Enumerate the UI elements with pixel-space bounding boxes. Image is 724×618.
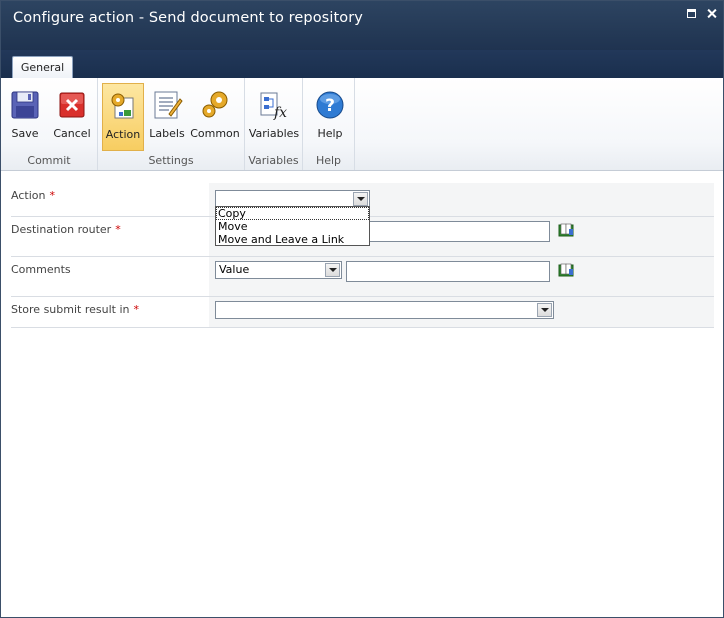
chevron-down-icon[interactable] [537,303,552,317]
cancel-button-label: Cancel [53,127,91,140]
ribbon-tabs: General [1,50,723,79]
tab-general[interactable]: General [12,56,73,79]
ribbon-group-help: ? Help Help [303,78,355,170]
ribbon-group-settings: Action Labels Common Settings [98,78,245,170]
action-label: Action * [11,189,55,202]
help-icon: ? [316,91,344,119]
labels-icon [154,91,183,119]
required-marker: * [115,223,121,236]
comments-label: Comments [11,263,71,276]
group-label-help: Help [315,154,342,167]
help-button[interactable]: ? Help [309,83,351,151]
variables-button[interactable]: fx Variables [248,83,300,151]
labels-button-label: Labels [149,127,185,140]
group-label-variables: Variables [248,154,299,167]
store-result-field-cell [209,297,714,327]
common-button[interactable]: Common [190,83,240,151]
required-marker: * [49,189,55,202]
floppy-disk-icon [11,91,39,119]
lookup-book-icon[interactable] [558,263,574,277]
common-gears-icon [202,91,228,118]
required-marker: * [133,303,139,316]
dialog-window: Configure action - Send document to repo… [0,0,724,618]
group-label-commit: Commit [27,154,71,167]
chevron-down-icon[interactable] [353,192,368,206]
destination-router-label: Destination router * [11,223,121,236]
close-icon[interactable] [705,7,719,20]
group-label-settings: Settings [148,154,194,167]
cancel-button[interactable]: Cancel [51,83,93,151]
row-store-result: Store submit result in * [11,297,714,328]
save-button-label: Save [11,127,39,140]
help-button-label: Help [317,127,343,140]
lookup-book-icon[interactable] [558,223,574,237]
ribbon-group-variables: fx Variables Variables [245,78,303,170]
comments-field-cell: Value [209,257,714,296]
cancel-icon [59,92,85,118]
action-button-label: Action [105,128,141,141]
action-dropdown-list: Copy Move Move and Leave a Link [215,206,370,246]
svg-text:fx: fx [273,105,287,121]
comments-mode-value: Value [219,263,250,276]
save-button[interactable]: Save [5,83,45,151]
action-button[interactable]: Action [102,83,144,151]
common-button-label: Common [190,127,240,140]
variables-fx-icon: fx [260,92,287,121]
store-result-select[interactable] [215,301,554,319]
store-result-label: Store submit result in * [11,303,139,316]
svg-text:?: ? [325,96,335,116]
ribbon: Save Cancel Commit Action Labels Common … [1,78,723,171]
dropdown-option-copy[interactable]: Copy [216,207,369,220]
ribbon-group-commit: Save Cancel Commit [1,78,98,170]
labels-button[interactable]: Labels [147,83,187,151]
comments-mode-select[interactable]: Value [215,261,342,279]
action-gears-icon [111,93,134,119]
window-title: Configure action - Send document to repo… [13,10,363,26]
variables-button-label: Variables [248,127,300,140]
row-comments: Comments Value [11,257,714,297]
dropdown-option-move[interactable]: Move [216,220,369,233]
title-bar: Configure action - Send document to repo… [1,1,723,50]
chevron-down-icon[interactable] [325,263,340,277]
dropdown-option-move-and-leave-link[interactable]: Move and Leave a Link [216,233,369,246]
maximize-icon[interactable] [685,7,699,20]
comments-input[interactable] [346,261,550,282]
